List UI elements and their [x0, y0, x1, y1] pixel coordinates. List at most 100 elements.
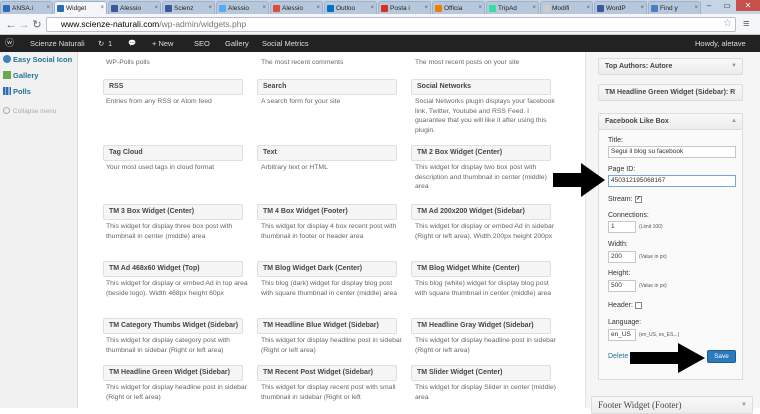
expand-arrow-icon[interactable]: ▼ [731, 59, 737, 74]
stream-checkbox[interactable]: ✓ [635, 196, 642, 203]
close-window-button[interactable]: ✕ [736, 0, 760, 11]
widget-tm-blog-dark[interactable]: TM Blog Widget Dark (Center) [257, 261, 397, 277]
close-tab-icon[interactable]: × [100, 5, 104, 11]
close-tab-icon[interactable]: × [424, 5, 428, 11]
expand-arrow-icon[interactable]: ▼ [741, 397, 747, 413]
close-tab-icon[interactable]: × [154, 5, 158, 11]
close-tab-icon[interactable]: × [694, 5, 698, 11]
gallery-menu-link[interactable]: Gallery [225, 35, 249, 52]
widget-tm-headline-blue[interactable]: TM Headline Blue Widget (Sidebar) [257, 318, 397, 334]
comments-icon[interactable]: 💬 [128, 35, 136, 52]
close-tab-icon[interactable]: × [370, 5, 374, 11]
close-tab-icon[interactable]: × [640, 5, 644, 11]
widget-rss[interactable]: RSS [103, 79, 243, 95]
widget-social-networks[interactable]: Social Networks [411, 79, 551, 95]
new-content-link[interactable]: + New [152, 35, 173, 52]
browser-tab[interactable]: Alessio × [270, 1, 323, 14]
height-input[interactable]: 500 [608, 280, 636, 292]
widget-search[interactable]: Search [257, 79, 397, 95]
reload-icon[interactable]: ↻ [30, 18, 44, 32]
browser-tab[interactable]: Find y × [648, 1, 701, 14]
close-tab-icon[interactable]: × [316, 5, 320, 11]
back-icon[interactable]: ← [4, 18, 18, 32]
sidebar-widget-tm-headline-green[interactable]: TM Headline Green Widget (Sidebar): R ▼ [598, 84, 743, 101]
title-input[interactable]: Segui il blog su facebook [608, 146, 736, 158]
close-tab-icon[interactable]: × [46, 5, 50, 11]
annotation-arrow-save [630, 343, 705, 373]
browser-tab[interactable]: Modifi × [540, 1, 593, 14]
close-tab-icon[interactable]: × [478, 5, 482, 11]
sidebar-widget-top-authors[interactable]: Top Authors: Autore ▼ [598, 58, 743, 75]
url-input[interactable]: www.scienze-naturali.com/wp-admin/widget… [46, 17, 736, 32]
browser-tab[interactable]: Alessio × [108, 1, 161, 14]
widget-tm-ad-468[interactable]: TM Ad 468x60 Widget (Top) [103, 261, 243, 277]
browser-tab[interactable]: Alessio × [216, 1, 269, 14]
widget-tm-blog-white[interactable]: TM Blog Widget White (Center) [411, 261, 551, 277]
widget-description: This blog (dark) widget for display blog… [261, 280, 398, 297]
widget-tm-3-box[interactable]: TM 3 Box Widget (Center) [103, 204, 243, 220]
menu-item-easy-social-icon[interactable]: Easy Social Icon [0, 52, 78, 67]
sidebar-widget-facebook-like-box[interactable]: Facebook Like Box ▲ [598, 113, 743, 130]
browser-tab[interactable]: ANSA.i × [0, 1, 53, 14]
save-button[interactable]: Save [707, 350, 736, 363]
widget-tag-cloud[interactable]: Tag Cloud [103, 145, 243, 161]
wordpress-logo-icon[interactable]: ⓦ [5, 35, 14, 52]
browser-tab-strip: ANSA.i × Widget × Alessio × Scienz × Alessio × Ale… [0, 0, 760, 14]
language-hint: (en_US, es_ES...) [639, 332, 680, 338]
widget-description: This widget for display headline post in… [106, 384, 247, 401]
close-tab-icon[interactable]: × [262, 5, 266, 11]
widget-tm-2-box[interactable]: TM 2 Box Widget (Center) [411, 145, 551, 161]
browser-tab[interactable]: WordP × [594, 1, 647, 14]
footer-widget-area-header[interactable]: Footer Widget (Footer) ▼ [591, 396, 753, 414]
close-tab-icon[interactable]: × [208, 5, 212, 11]
seo-menu-link[interactable]: SEO [194, 35, 210, 52]
browser-tab[interactable]: Officia × [432, 1, 485, 14]
collapse-arrow-icon[interactable]: ▲ [731, 114, 737, 129]
social-metrics-link[interactable]: Social Metrics [262, 35, 309, 52]
howdy-user-link[interactable]: Howdy, aletave [695, 35, 746, 52]
widget-tm-headline-green[interactable]: TM Headline Green Widget (Sidebar) [103, 365, 243, 381]
site-name-link[interactable]: Scienze Naturali [30, 35, 85, 52]
connections-input[interactable]: 1 [608, 221, 636, 233]
browser-tab[interactable]: Widget × [54, 1, 107, 14]
url-domain: www.scienze-naturali.com [61, 19, 160, 29]
delete-link[interactable]: Delete | [608, 353, 632, 360]
updates-count[interactable]: 1 [108, 35, 112, 52]
widget-tm-ad-200[interactable]: TM Ad 200x200 Widget (Sidebar) [411, 204, 551, 220]
minimize-button[interactable]: – [700, 0, 718, 11]
collapse-label: Collapse menu [13, 108, 57, 115]
widget-text[interactable]: Text [257, 145, 397, 161]
width-input[interactable]: 200 [608, 251, 636, 263]
widget-tm-4-box[interactable]: TM 4 Box Widget (Footer) [257, 204, 397, 220]
widget-tm-recent-post[interactable]: TM Recent Post Widget (Sidebar) [257, 365, 397, 381]
page-id-input[interactable]: 450312195068167 [608, 175, 736, 187]
maximize-button[interactable]: ▭ [718, 0, 736, 11]
language-input[interactable]: en_US [608, 329, 636, 341]
menu-item-gallery[interactable]: Gallery [0, 68, 78, 83]
widget-description: Arbitrary text or HTML [261, 164, 328, 171]
chrome-menu-icon[interactable]: ≡ [743, 18, 749, 30]
widget-tm-category-thumbs[interactable]: TM Category Thumbs Widget (Sidebar) [103, 318, 243, 334]
widget-description: This blog (white) widget for display blo… [415, 280, 552, 297]
browser-tab[interactable]: Outloo × [324, 1, 377, 14]
tab-label: Alessio [120, 4, 141, 12]
browser-tab[interactable]: Scienz × [162, 1, 215, 14]
collapse-menu-button[interactable]: Collapse menu [0, 104, 78, 119]
browser-tab[interactable]: Posta i × [378, 1, 431, 14]
updates-icon[interactable]: ↻ [98, 35, 104, 52]
browser-tab[interactable]: TripAd × [486, 1, 539, 14]
widget-tm-headline-gray[interactable]: TM Headline Gray Widget (Sidebar) [411, 318, 551, 334]
widget-description: A search form for your site [261, 98, 341, 105]
header-label: Header: [608, 302, 633, 309]
bookmark-star-icon[interactable]: ☆ [723, 18, 732, 29]
header-checkbox[interactable] [635, 302, 642, 309]
widget-tm-slider[interactable]: TM Slider Widget (Center) [411, 365, 551, 381]
close-tab-icon[interactable]: × [532, 5, 536, 11]
tab-label: Posta i [390, 4, 410, 12]
forward-icon[interactable]: → [17, 18, 31, 32]
close-tab-icon[interactable]: × [586, 5, 590, 11]
outlook-icon [327, 4, 334, 12]
ansa-icon [3, 4, 10, 12]
menu-item-polls[interactable]: Polls [0, 84, 78, 99]
expand-arrow-icon[interactable]: ▼ [731, 85, 737, 100]
